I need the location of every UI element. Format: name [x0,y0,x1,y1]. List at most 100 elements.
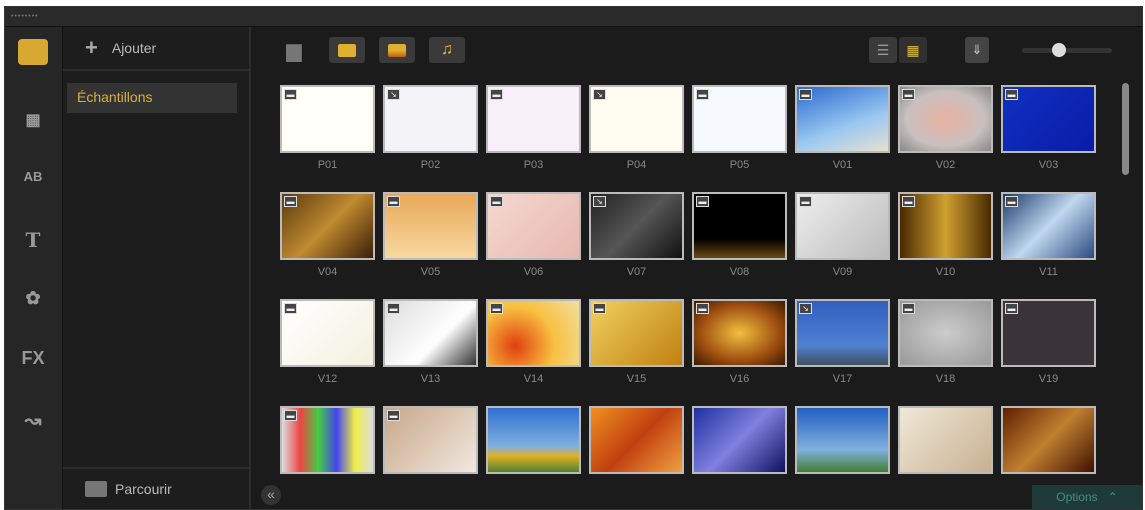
media-thumbnail[interactable] [589,406,684,474]
sort-icon[interactable]: ⇓ [965,37,989,63]
image-type-icon: ▬ [490,89,503,100]
media-item[interactable]: ▬ V11 [1001,192,1096,278]
media-item[interactable]: ↘ P02 [383,85,478,171]
media-icon[interactable] [18,39,48,65]
slider-knob[interactable] [1052,43,1067,57]
thumbnail-view-button[interactable]: ▦ [899,37,927,63]
video-type-icon: ▬ [696,303,709,314]
media-thumbnail[interactable]: ▬ [486,192,581,260]
media-thumbnail[interactable]: ↘ [795,299,890,367]
media-item[interactable]: ↘ V07 [589,192,684,278]
vertical-scrollbar[interactable] [1122,83,1129,175]
plus-icon: + [85,35,98,60]
media-thumbnail[interactable] [795,406,890,474]
media-thumbnail[interactable]: ▬ [898,192,993,260]
media-label: V13 [420,373,441,385]
media-item[interactable]: ▬ V13 [383,299,478,385]
media-thumbnail[interactable]: ▬ [1001,192,1096,260]
media-item[interactable]: ▬ V19 [1001,299,1096,385]
media-item[interactable]: ↘ V17 [795,299,890,385]
media-thumbnail[interactable]: ▬ [383,299,478,367]
thumbnail-size-slider[interactable] [1022,43,1112,57]
media-thumbnail[interactable]: ▬ [692,85,787,153]
media-item[interactable]: ▬ P01 [280,85,375,171]
media-item[interactable]: ▬ [280,406,375,480]
media-item[interactable]: ▬ V08 [692,192,787,278]
drag-grip-icon[interactable]: •••••••• [11,13,39,20]
browse-button[interactable]: Parcourir [63,467,249,509]
collapse-panel-button[interactable]: « [261,485,281,505]
media-thumbnail[interactable]: ▬ [486,299,581,367]
instant-project-icon[interactable]: ▦ [18,107,48,133]
media-thumbnail[interactable] [692,406,787,474]
media-item[interactable] [486,406,581,480]
browse-icon [85,481,107,497]
folder-icon[interactable]: ▆ [281,37,307,63]
video-type-icon: ▬ [387,410,400,421]
media-thumbnail[interactable]: ▬ [795,85,890,153]
media-item[interactable]: ▬ V10 [898,192,993,278]
media-thumbnail[interactable]: ↘ [383,85,478,153]
media-item[interactable]: ▬ P05 [692,85,787,171]
media-thumbnail[interactable]: ▬ [898,299,993,367]
media-thumbnail[interactable]: ▬ [692,299,787,367]
media-item[interactable]: ▬ V01 [795,85,890,171]
media-item[interactable] [692,406,787,480]
media-thumbnail[interactable]: ▬ [383,192,478,260]
transition-icon[interactable]: AB [18,163,48,189]
media-item[interactable]: ▬ V02 [898,85,993,171]
media-label: V14 [523,373,544,385]
media-thumbnail[interactable]: ▬ [280,192,375,260]
media-item[interactable]: ▬ V04 [280,192,375,278]
media-item[interactable]: ▬ V15 [589,299,684,385]
media-thumbnail[interactable]: ▬ [1001,299,1096,367]
folder-item-samples[interactable]: Échantillons [67,83,237,113]
show-photos-button[interactable] [379,37,415,63]
media-item[interactable]: ▬ V14 [486,299,581,385]
fx-icon[interactable]: FX [18,345,48,371]
media-thumbnail[interactable]: ↘ [589,192,684,260]
media-thumbnail[interactable] [486,406,581,474]
media-item[interactable]: ▬ V05 [383,192,478,278]
media-thumbnail[interactable]: ↘ [589,85,684,153]
media-item[interactable]: ▬ V16 [692,299,787,385]
media-label: V04 [317,266,338,278]
video-type-icon: ▬ [490,196,503,207]
media-thumbnail[interactable] [898,406,993,474]
media-thumbnail[interactable]: ▬ [383,406,478,474]
media-thumbnail[interactable]: ▬ [692,192,787,260]
list-view-button[interactable]: ☰ [869,37,897,63]
media-item[interactable] [589,406,684,480]
media-item[interactable]: ▬ V12 [280,299,375,385]
media-thumbnail[interactable]: ▬ [589,299,684,367]
media-thumbnail[interactable]: ▬ [898,85,993,153]
media-thumbnail[interactable]: ▬ [280,85,375,153]
media-item[interactable] [898,406,993,480]
media-thumbnail[interactable]: ▬ [280,406,375,474]
show-videos-button[interactable] [329,37,365,63]
media-thumbnail[interactable]: ▬ [486,85,581,153]
video-type-icon: ▬ [902,303,915,314]
video-type-icon: ▬ [799,196,812,207]
media-thumbnail[interactable] [1001,406,1096,474]
media-item[interactable]: ▬ V18 [898,299,993,385]
media-item[interactable]: ↘ P04 [589,85,684,171]
show-audio-button[interactable]: ♫ [429,37,465,63]
media-thumbnail[interactable]: ▬ [795,192,890,260]
media-item[interactable]: ▬ P03 [486,85,581,171]
title-icon[interactable]: T [18,227,48,253]
path-icon[interactable]: ↝ [18,407,48,433]
options-button[interactable]: Options ⌃ [1032,485,1142,509]
media-thumbnail[interactable]: ▬ [280,299,375,367]
media-item[interactable]: ▬ [383,406,478,480]
graphic-icon[interactable]: ✿ [18,285,48,311]
panel-title-bar[interactable]: •••••••• [5,7,1142,27]
media-item[interactable]: ▬ V09 [795,192,890,278]
add-folder-button[interactable]: + Ajouter [63,27,249,71]
media-item[interactable]: ▬ V03 [1001,85,1096,171]
video-type-icon: ▬ [593,303,606,314]
media-item[interactable] [795,406,890,480]
media-item[interactable]: ▬ V06 [486,192,581,278]
media-thumbnail[interactable]: ▬ [1001,85,1096,153]
media-item[interactable] [1001,406,1096,480]
